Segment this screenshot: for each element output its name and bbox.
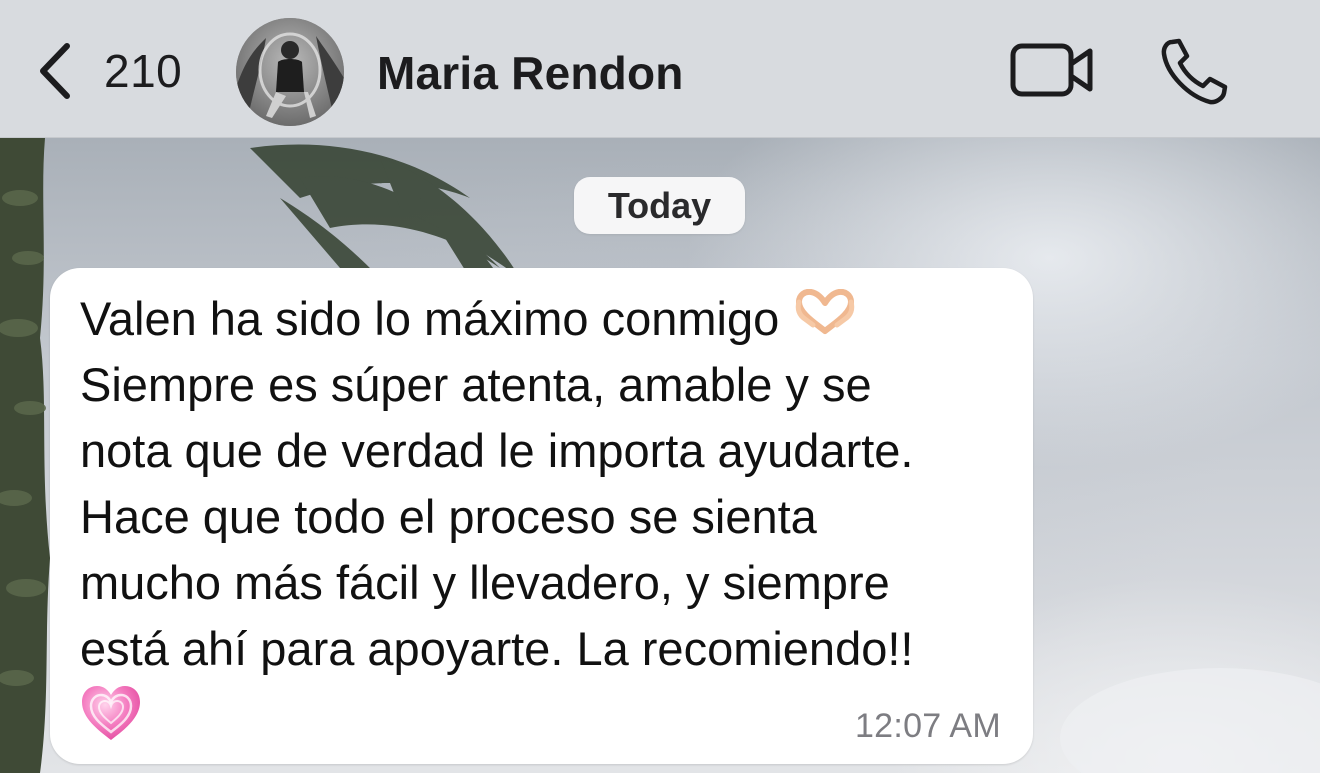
heart-hands-emoji — [793, 286, 857, 352]
growing-heart-emoji — [80, 684, 142, 747]
back-button[interactable]: 210 — [34, 36, 182, 106]
voice-call-button[interactable] — [1158, 36, 1230, 108]
message-line: nota que de verdad le importa ayudarte. — [80, 424, 914, 477]
avatar[interactable] — [236, 18, 344, 126]
message-line: Siempre es súper atenta, amable y se — [80, 358, 872, 411]
message-text: Valen ha sido lo máximo conmigo — [80, 292, 780, 345]
video-camera-icon — [1008, 43, 1098, 104]
message-line: está ahí para apoyarte. La recomiendo!! — [80, 622, 914, 675]
chevron-left-icon — [34, 36, 74, 106]
message-line: Hace que todo el proceso se sienta — [80, 490, 817, 543]
video-call-button[interactable] — [1008, 40, 1098, 100]
chat-header: 210 Maria Rendon — [0, 0, 1320, 138]
message-line: mucho más fácil y llevadero, y siempre — [80, 556, 890, 609]
contact-name[interactable]: Maria Rendon — [377, 46, 684, 100]
message-bubble[interactable]: Valen ha sido lo máximo conmigo Siempre … — [50, 268, 1033, 764]
unread-count: 210 — [104, 45, 183, 97]
message-line: Valen ha sido lo máximo conmigo — [80, 286, 1007, 352]
message-timestamp: 12:07 AM — [854, 707, 1001, 745]
date-separator: Today — [574, 177, 745, 234]
phone-icon — [1158, 38, 1230, 112]
